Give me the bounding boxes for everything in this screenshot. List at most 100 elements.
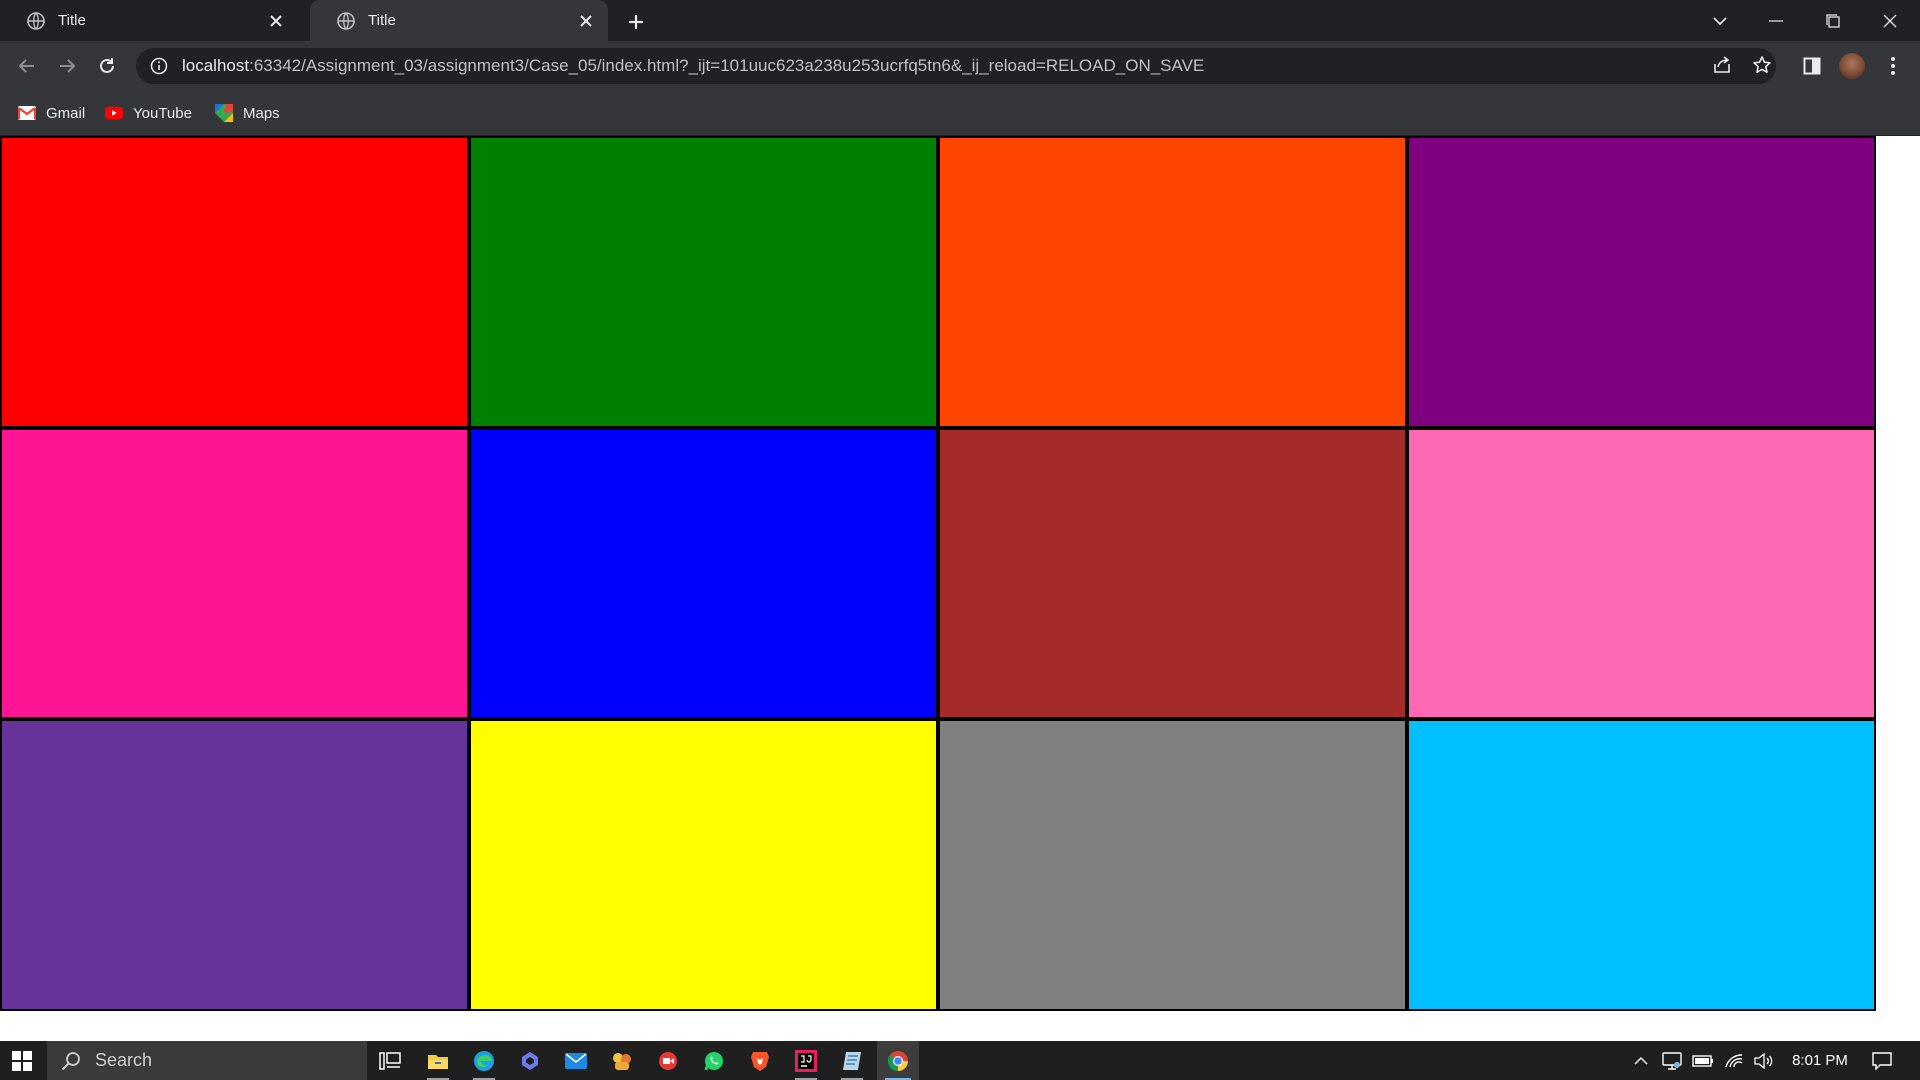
volume-button[interactable] [1749, 1041, 1779, 1080]
taskbar-clock[interactable]: 8:01 PM [1780, 1041, 1860, 1080]
edge-icon [474, 1050, 494, 1071]
bookmarks-bar: Gmail YouTube Maps [0, 91, 1920, 136]
screen-recorder-button[interactable] [647, 1041, 689, 1080]
chrome-icon [887, 1050, 908, 1071]
close-window-button[interactable] [1862, 0, 1918, 41]
teams-icon [613, 1052, 631, 1070]
back-button[interactable] [10, 49, 44, 83]
maps-icon [215, 104, 233, 122]
bookmark-star-button[interactable] [1746, 49, 1778, 81]
minimize-button[interactable] [1748, 0, 1804, 41]
color-box [940, 721, 1405, 1009]
url-host: localhost [182, 56, 250, 75]
intellij-icon [795, 1049, 817, 1072]
youtube-icon [105, 106, 123, 120]
color-box [1409, 138, 1874, 426]
bookmark-maps[interactable]: Maps [215, 91, 280, 135]
restore-button[interactable] [1805, 0, 1861, 41]
tab-title: Title [368, 12, 396, 29]
close-icon [1883, 14, 1897, 27]
chrome-button[interactable] [877, 1041, 919, 1080]
notification-icon [1872, 1051, 1892, 1070]
taskbar-search[interactable]: Search [47, 1041, 367, 1080]
globe-icon [337, 11, 355, 30]
menu-button[interactable] [1876, 49, 1910, 83]
globe-icon [27, 11, 45, 30]
info-icon[interactable] [150, 57, 168, 75]
search-icon [61, 1051, 80, 1070]
more-vert-icon [1891, 57, 1895, 75]
taskbar: Search 8:01 PM [0, 1041, 1920, 1080]
wifi-icon [1725, 1053, 1743, 1067]
tab-title: Title [58, 12, 86, 29]
arrow-left-icon [18, 59, 34, 73]
side-panel-button[interactable] [1795, 49, 1829, 83]
notepad-icon [843, 1051, 861, 1070]
meet-now-button[interactable] [1657, 1041, 1687, 1080]
color-grid [0, 136, 1876, 1011]
screen-recorder-icon [659, 1051, 677, 1070]
teams-button[interactable] [601, 1041, 643, 1080]
start-button[interactable] [0, 1041, 44, 1080]
edge-button[interactable] [463, 1041, 505, 1080]
copilot-button[interactable] [509, 1041, 551, 1080]
color-box [471, 429, 936, 718]
chevron-up-icon [1634, 1056, 1648, 1064]
close-tab-icon[interactable] [266, 11, 286, 31]
battery-button[interactable] [1688, 1041, 1718, 1080]
bookmark-label: Gmail [46, 104, 86, 122]
tab-inactive[interactable]: Title [0, 0, 298, 41]
close-tab-icon[interactable] [576, 11, 596, 31]
bookmark-label: Maps [243, 104, 280, 122]
reload-icon [100, 58, 114, 73]
color-box [1409, 429, 1874, 718]
brave-button[interactable] [739, 1041, 781, 1080]
color-box [2, 138, 467, 426]
forward-button[interactable] [50, 49, 84, 83]
tab-search-button[interactable] [1692, 0, 1748, 41]
task-view-icon [379, 1051, 401, 1070]
minimize-icon [1769, 19, 1783, 22]
arrow-right-icon [60, 59, 76, 73]
new-tab-button[interactable] [622, 8, 650, 36]
volume-icon [1754, 1052, 1773, 1069]
clock-time: 8:01 PM [1792, 1052, 1848, 1069]
notepad-button[interactable] [831, 1041, 873, 1080]
color-box [1409, 721, 1874, 1009]
windows-icon [12, 1050, 32, 1071]
address-bar[interactable]: localhost:63342/Assignment_03/assignment… [136, 48, 1776, 84]
mail-button[interactable] [555, 1041, 597, 1080]
device-icon [1662, 1051, 1682, 1070]
side-panel-icon [1803, 57, 1821, 75]
color-box [2, 721, 467, 1009]
url-path: :63342/Assignment_03/assignment3/Case_05… [249, 56, 1205, 75]
battery-icon [1692, 1054, 1713, 1067]
tab-active[interactable]: Title [310, 0, 608, 41]
whatsapp-button[interactable] [693, 1041, 735, 1080]
color-box [940, 138, 1405, 426]
wifi-button[interactable] [1719, 1041, 1749, 1080]
chevron-down-icon [1713, 16, 1727, 25]
brave-icon [751, 1051, 769, 1071]
bookmark-gmail[interactable]: Gmail [18, 91, 85, 135]
search-placeholder: Search [95, 1050, 153, 1070]
file-explorer-button[interactable] [417, 1041, 459, 1080]
reload-button[interactable] [90, 49, 124, 83]
notifications-button[interactable] [1862, 1041, 1902, 1080]
intellij-button[interactable] [785, 1041, 827, 1080]
browser-toolbar: localhost:63342/Assignment_03/assignment… [0, 41, 1920, 91]
avatar [1839, 53, 1865, 79]
task-view-button[interactable] [369, 1041, 411, 1080]
share-button[interactable] [1706, 49, 1738, 81]
bookmark-youtube[interactable]: YouTube [105, 91, 192, 135]
gmail-icon [18, 106, 36, 120]
color-box [2, 429, 467, 718]
whatsapp-icon [704, 1051, 723, 1070]
color-box [471, 138, 936, 426]
color-box [940, 429, 1405, 718]
bookmark-label: YouTube [133, 104, 192, 122]
show-hidden-icons-button[interactable] [1627, 1041, 1655, 1080]
mail-icon [565, 1052, 587, 1069]
color-box [471, 721, 936, 1009]
profile-button[interactable] [1835, 49, 1869, 83]
